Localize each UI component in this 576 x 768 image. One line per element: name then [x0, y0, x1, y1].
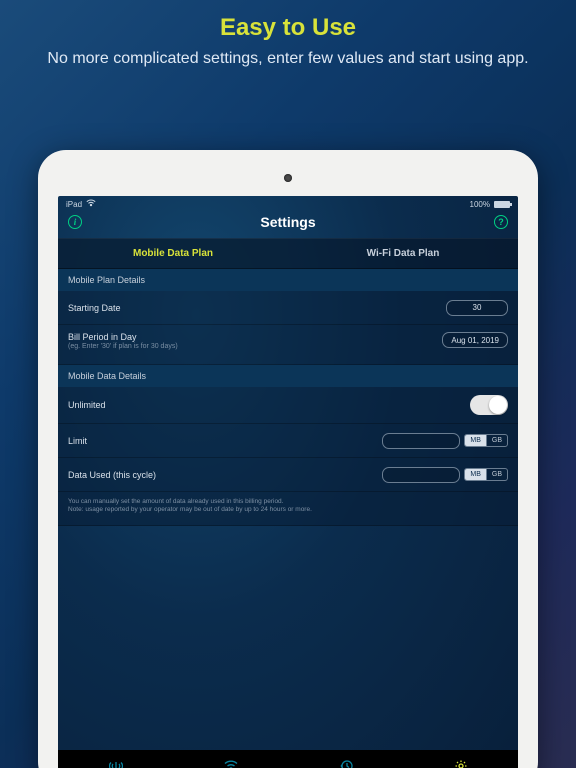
limit-unit-selector[interactable]: MB GB	[464, 434, 508, 447]
data-used-unit-gb[interactable]: GB	[486, 469, 507, 480]
battery-icon	[494, 201, 510, 208]
starting-date-label: Starting Date	[68, 303, 121, 313]
promo-text: Easy to Use No more complicated settings…	[0, 0, 576, 80]
bill-period-value[interactable]: Aug 01, 2019	[442, 332, 508, 348]
unlimited-label: Unlimited	[68, 400, 106, 410]
nav-cellular[interactable]: Cellular	[58, 750, 173, 768]
battery-percent: 100%	[470, 200, 490, 209]
data-used-input[interactable]	[382, 467, 460, 483]
row-limit: Limit MB GB	[58, 424, 518, 458]
bill-period-sublabel: (eg. Enter '30' if plan is for 30 days)	[68, 343, 178, 350]
data-used-unit-mb[interactable]: MB	[465, 469, 486, 480]
row-unlimited: Unlimited	[58, 387, 518, 424]
history-icon	[339, 759, 353, 768]
tab-mobile-plan[interactable]: Mobile Data Plan	[58, 239, 288, 268]
nav-settings[interactable]: Settings	[403, 750, 518, 768]
camera-dot	[284, 174, 292, 182]
nav-history[interactable]: History	[288, 750, 403, 768]
app-screen: iPad 100% i Settings ? Mobi	[58, 196, 518, 768]
tab-wifi-plan[interactable]: Wi-Fi Data Plan	[288, 239, 518, 268]
data-used-footnote: You can manually set the amount of data …	[58, 492, 518, 526]
row-bill-period: Bill Period in Day (eg. Enter '30' if pl…	[58, 325, 518, 365]
data-used-label: Data Used (this cycle)	[68, 470, 156, 480]
help-icon[interactable]: ?	[494, 215, 508, 229]
limit-input[interactable]	[382, 433, 460, 449]
gear-icon	[454, 759, 468, 768]
limit-unit-gb[interactable]: GB	[486, 435, 507, 446]
starting-date-value[interactable]: 30	[446, 300, 508, 316]
status-bar: iPad 100%	[58, 196, 518, 212]
limit-unit-mb[interactable]: MB	[465, 435, 486, 446]
wifi-status-icon	[86, 199, 96, 209]
promo-title: Easy to Use	[40, 14, 536, 42]
unlimited-toggle[interactable]	[470, 395, 508, 415]
promo-subtitle: No more complicated settings, enter few …	[40, 48, 536, 70]
title-bar: i Settings ?	[58, 212, 518, 238]
row-data-used: Data Used (this cycle) MB GB	[58, 458, 518, 492]
ipad-frame: iPad 100% i Settings ? Mobi	[38, 150, 538, 768]
plan-tabs: Mobile Data Plan Wi-Fi Data Plan	[58, 238, 518, 269]
row-starting-date: Starting Date 30	[58, 291, 518, 325]
data-used-unit-selector[interactable]: MB GB	[464, 468, 508, 481]
wifi-icon	[224, 759, 238, 768]
section-mobile-plan-details: Mobile Plan Details	[58, 269, 518, 291]
bottom-nav: Cellular Wi-Fi	[58, 750, 518, 768]
app-store-screenshot: Easy to Use No more complicated settings…	[0, 0, 576, 768]
nav-wifi[interactable]: Wi-Fi	[173, 750, 288, 768]
device-label: iPad	[66, 200, 82, 209]
page-title: Settings	[260, 214, 315, 230]
limit-label: Limit	[68, 436, 87, 446]
bill-period-label: Bill Period in Day (eg. Enter '30' if pl…	[68, 332, 178, 350]
section-mobile-data-details: Mobile Data Details	[58, 365, 518, 387]
cellular-icon	[109, 759, 123, 768]
info-icon[interactable]: i	[68, 215, 82, 229]
